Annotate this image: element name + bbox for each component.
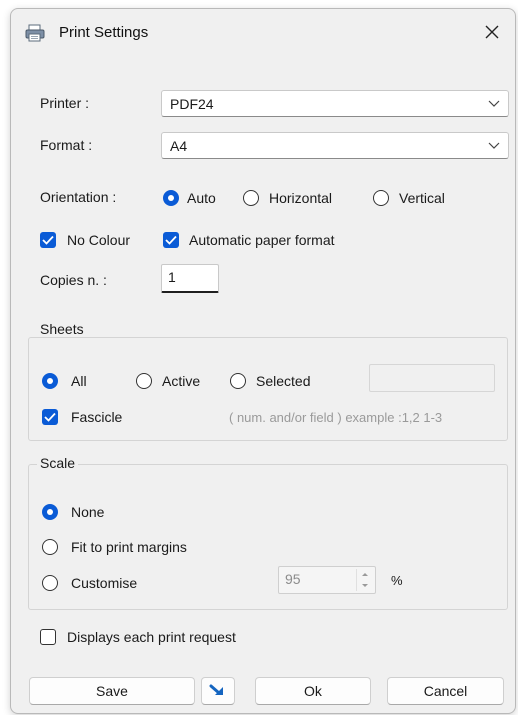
scale-customise-label: Customise — [71, 575, 138, 591]
auto-paper-label: Automatic paper format — [189, 232, 335, 248]
display-each-label: Displays each print request — [67, 629, 236, 645]
fascicle-label: Fascicle — [71, 409, 123, 425]
format-value: A4 — [170, 138, 188, 154]
scale-percent-value: 95 — [285, 571, 301, 587]
close-icon — [485, 25, 499, 39]
cancel-button-label: Cancel — [423, 683, 468, 699]
fascicle-hint: ( num. and/or field ) example :1,2 1-3 — [229, 410, 443, 425]
format-select[interactable]: A4 — [161, 132, 509, 159]
chevron-up-icon — [362, 573, 368, 576]
sheets-selected-input[interactable] — [369, 364, 495, 392]
scale-fit-label: Fit to print margins — [71, 539, 187, 555]
scale-none-radio[interactable] — [42, 504, 58, 520]
orientation-vertical-label: Vertical — [399, 190, 445, 206]
orientation-auto-label: Auto — [187, 190, 216, 206]
chevron-down-icon — [488, 100, 500, 107]
orientation-horizontal-radio[interactable] — [243, 190, 259, 206]
save-button-label: Save — [96, 683, 128, 699]
orientation-label: Orientation : — [40, 189, 117, 205]
ok-button-label: Ok — [304, 683, 322, 699]
copies-value: 1 — [168, 269, 176, 285]
save-options-button[interactable] — [201, 677, 235, 705]
save-button[interactable]: Save — [29, 677, 195, 705]
close-button[interactable] — [475, 17, 509, 47]
stepper-arrows[interactable] — [356, 569, 373, 591]
chevron-down-icon — [362, 584, 368, 587]
copies-label: Copies n. : — [40, 272, 107, 288]
printer-value: PDF24 — [170, 96, 214, 112]
display-each-checkbox[interactable] — [40, 629, 56, 645]
print-settings-dialog: Print Settings Printer : PDF24 Format : … — [10, 8, 516, 714]
scale-none-label: None — [71, 504, 105, 520]
scale-fit-radio[interactable] — [42, 539, 58, 555]
copies-input[interactable]: 1 — [161, 264, 219, 293]
sheets-selected-label: Selected — [256, 373, 311, 389]
title-bar: Print Settings — [11, 9, 515, 59]
sheets-active-label: Active — [162, 373, 201, 389]
chevron-down-icon — [488, 142, 500, 149]
scale-percent-unit: % — [391, 573, 403, 588]
printer-label: Printer : — [40, 95, 90, 111]
sheets-title: Sheets — [37, 321, 87, 337]
ok-button[interactable]: Ok — [255, 677, 371, 705]
scale-title: Scale — [37, 455, 79, 471]
sheets-selected-radio[interactable] — [230, 373, 246, 389]
window-title: Print Settings — [59, 24, 149, 41]
scale-percent-stepper[interactable]: 95 — [278, 566, 376, 594]
no-colour-label: No Colour — [67, 232, 131, 248]
sheets-all-label: All — [71, 373, 87, 389]
sheets-all-radio[interactable] — [42, 373, 58, 389]
arrow-down-right-icon — [209, 684, 223, 695]
no-colour-checkbox[interactable] — [40, 232, 56, 248]
scale-customise-radio[interactable] — [42, 575, 58, 591]
sheets-active-radio[interactable] — [136, 373, 152, 389]
format-label: Format : — [40, 137, 93, 153]
fascicle-checkbox[interactable] — [42, 409, 58, 425]
orientation-auto-radio[interactable] — [163, 190, 179, 206]
auto-paper-checkbox[interactable] — [163, 232, 179, 248]
cancel-button[interactable]: Cancel — [387, 677, 504, 705]
orientation-horizontal-label: Horizontal — [269, 190, 333, 206]
printer-select[interactable]: PDF24 — [161, 90, 509, 117]
printer-icon — [25, 24, 45, 42]
orientation-vertical-radio[interactable] — [373, 190, 389, 206]
